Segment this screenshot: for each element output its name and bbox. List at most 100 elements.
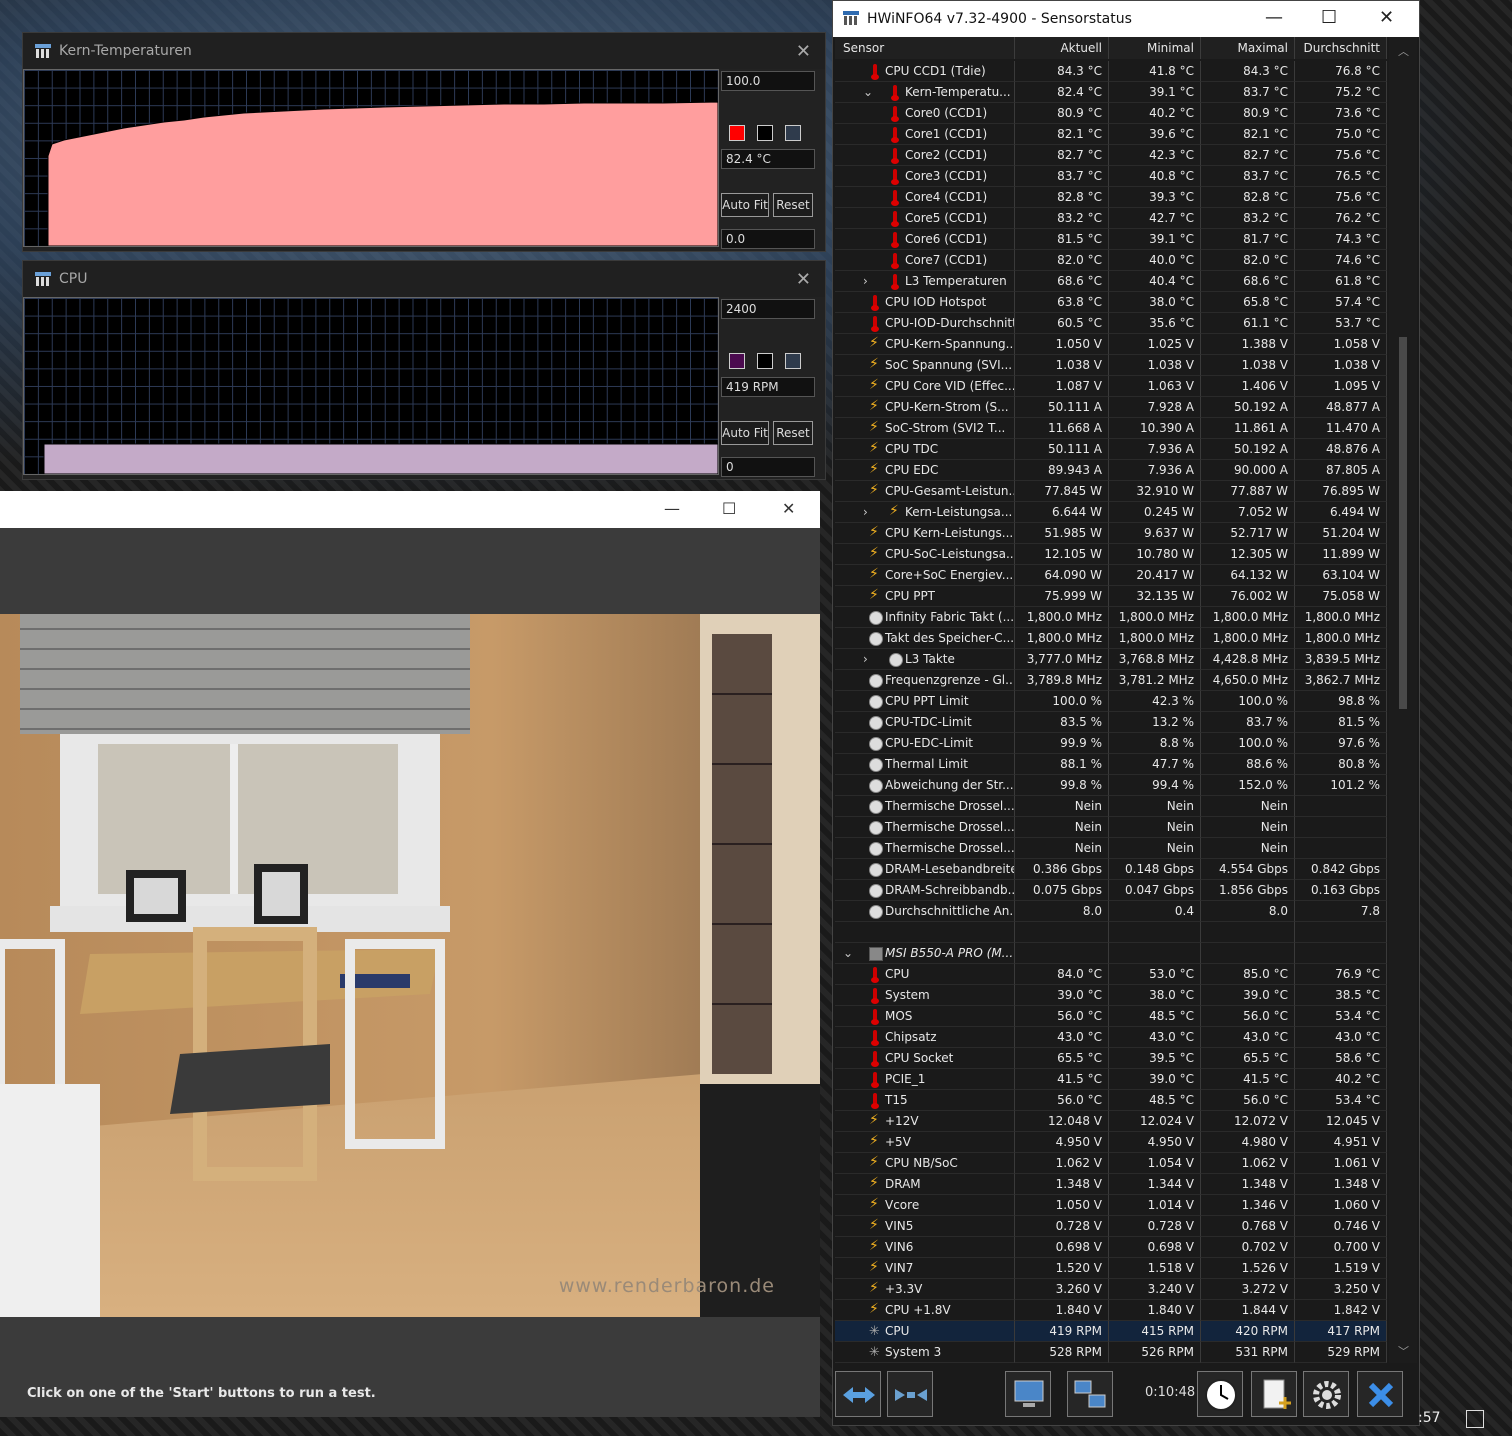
reset-button[interactable]: Reset bbox=[773, 421, 813, 445]
sensor-row[interactable]: › ⚡ Kern-Leistungsa... 6.644 W 0.245 W 7.052 … bbox=[835, 502, 1387, 523]
sensor-row[interactable]: ⚡ VIN5 0.728 V 0.728 V 0.768 V 0.746 V bbox=[835, 1216, 1387, 1237]
sensor-row[interactable]: ⚡ Vcore 1.050 V 1.014 V 1.346 V 1.060 V bbox=[835, 1195, 1387, 1216]
scroll-thumb[interactable] bbox=[1399, 337, 1407, 709]
graph-titlebar[interactable]: CPU ✕ bbox=[23, 261, 825, 297]
sensor-row[interactable]: ⚡ CPU PPT 75.999 W 32.135 W 76.002 W 75.058 W bbox=[835, 586, 1387, 607]
sensor-row[interactable]: CPU CCD1 (Tdie) 84.3 °C 41.8 °C 84.3 °C 76.8… bbox=[835, 61, 1387, 82]
remote-connect-button[interactable] bbox=[1067, 1371, 1113, 1417]
auto-fit-button[interactable]: Auto Fit bbox=[721, 193, 769, 217]
sensor-row[interactable]: Durchschnittliche An... 8.0 0.4 8.0 7.8 bbox=[835, 901, 1387, 922]
maximize-icon[interactable]: ☐ bbox=[1321, 7, 1337, 28]
close-icon[interactable]: ✕ bbox=[796, 41, 811, 62]
sensor-row[interactable]: Thermal Limit 88.1 % 47.7 % 88.6 % 80.8 % bbox=[835, 754, 1387, 775]
sensor-row[interactable]: ⚡ +12V 12.048 V 12.024 V 12.072 V 12.045 V bbox=[835, 1111, 1387, 1132]
sensor-row[interactable]: Core7 (CCD1) 82.0 °C 40.0 °C 82.0 °C 74.6 °C bbox=[835, 250, 1387, 271]
sensor-row[interactable]: Thermische Drossel... Nein Nein Nein bbox=[835, 817, 1387, 838]
close-icon[interactable]: ✕ bbox=[782, 499, 795, 518]
sensor-row[interactable]: Core6 (CCD1) 81.5 °C 39.1 °C 81.7 °C 74.3 °C bbox=[835, 229, 1387, 250]
sensor-row[interactable]: ⚡ DRAM 1.348 V 1.344 V 1.348 V 1.348 V bbox=[835, 1174, 1387, 1195]
expand-columns-button[interactable] bbox=[835, 1371, 881, 1417]
sensor-row[interactable]: › L3 Takte 3,777.0 MHz 3,768.8 MHz 4,428.8 M… bbox=[835, 649, 1387, 670]
sensor-row[interactable]: CPU-IOD-Durchschnitt 60.5 °C 35.6 °C 61.1 °… bbox=[835, 313, 1387, 334]
sensor-row[interactable]: Frequenzgrenze - Gl... 3,789.8 MHz 3,781.2… bbox=[835, 670, 1387, 691]
sensor-row[interactable]: Core5 (CCD1) 83.2 °C 42.7 °C 83.2 °C 76.2 °C bbox=[835, 208, 1387, 229]
column-header-average[interactable]: Durchschnitt bbox=[1295, 37, 1387, 59]
render-titlebar[interactable]: — ☐ ✕ bbox=[0, 491, 820, 528]
hwinfo-titlebar[interactable]: HWiNFO64 v7.32-4900 - Sensorstatus — ☐ ✕ bbox=[833, 1, 1419, 37]
sensor-row[interactable]: ⚡ +3.3V 3.260 V 3.240 V 3.272 V 3.250 V bbox=[835, 1279, 1387, 1300]
close-icon[interactable]: ✕ bbox=[796, 269, 811, 290]
grid-color-swatch[interactable] bbox=[785, 125, 801, 141]
notification-icon[interactable] bbox=[1466, 1410, 1484, 1428]
sensor-row[interactable]: ⌄ MSI B550-A PRO (M... bbox=[835, 943, 1387, 964]
settings-button[interactable] bbox=[1303, 1371, 1349, 1417]
sensor-row[interactable]: ⚡ SoC Spannung (SVI... 1.038 V 1.038 V 1.038… bbox=[835, 355, 1387, 376]
vertical-scrollbar[interactable]: ︿ ﹀ bbox=[1389, 37, 1417, 1363]
column-header-minimum[interactable]: Minimal bbox=[1109, 37, 1201, 59]
sensor-row[interactable]: ⚡ VIN7 1.520 V 1.518 V 1.526 V 1.519 V bbox=[835, 1258, 1387, 1279]
network-monitor-button[interactable] bbox=[1005, 1371, 1051, 1417]
sensor-row[interactable]: ✳ CPU 419 RPM 415 RPM 420 RPM 417 RPM bbox=[835, 1321, 1387, 1342]
sensor-row[interactable]: ⚡ CPU NB/SoC 1.062 V 1.054 V 1.062 V 1.061 V bbox=[835, 1153, 1387, 1174]
reset-button[interactable]: Reset bbox=[773, 193, 813, 217]
collapse-chevron-icon[interactable]: ⌄ bbox=[843, 943, 853, 963]
sensor-row[interactable] bbox=[835, 922, 1387, 943]
sensor-row[interactable]: ⚡ VIN6 0.698 V 0.698 V 0.702 V 0.700 V bbox=[835, 1237, 1387, 1258]
sensor-row[interactable]: Core3 (CCD1) 83.7 °C 40.8 °C 83.7 °C 76.5 °C bbox=[835, 166, 1387, 187]
background-color-swatch[interactable] bbox=[757, 125, 773, 141]
sensor-row[interactable]: DRAM-Schreibbandb... 0.075 Gbps 0.047 Gbps… bbox=[835, 880, 1387, 901]
sensor-row[interactable]: Abweichung der Str... 99.8 % 99.4 % 152.0 %… bbox=[835, 775, 1387, 796]
taskbar-clock[interactable]: :57 bbox=[1418, 1410, 1441, 1426]
sensor-row[interactable]: ⌄ Kern-Temperatu... 82.4 °C 39.1 °C 83.7 °C 7… bbox=[835, 82, 1387, 103]
auto-fit-button[interactable]: Auto Fit bbox=[721, 421, 769, 445]
series-color-swatch[interactable] bbox=[729, 125, 745, 141]
sensor-row[interactable]: Chipsatz 43.0 °C 43.0 °C 43.0 °C 43.0 °C bbox=[835, 1027, 1387, 1048]
sensor-row[interactable]: ⚡ CPU Kern-Leistungs... 51.985 W 9.637 W 52.… bbox=[835, 523, 1387, 544]
sensor-row[interactable]: ⚡ CPU-Kern-Strom (S... 50.111 A 7.928 A 50.1… bbox=[835, 397, 1387, 418]
sensor-row[interactable]: ⚡ CPU TDC 50.111 A 7.936 A 50.192 A 48.876 A bbox=[835, 439, 1387, 460]
sensor-row[interactable]: ⚡ CPU +1.8V 1.840 V 1.840 V 1.844 V 1.842 V bbox=[835, 1300, 1387, 1321]
sensor-row[interactable]: Core4 (CCD1) 82.8 °C 39.3 °C 82.8 °C 75.6 °C bbox=[835, 187, 1387, 208]
scroll-up-icon[interactable]: ︿ bbox=[1398, 43, 1409, 59]
sensor-row[interactable]: CPU 84.0 °C 53.0 °C 85.0 °C 76.9 °C bbox=[835, 964, 1387, 985]
sensor-row[interactable]: Thermische Drossel... Nein Nein Nein bbox=[835, 796, 1387, 817]
sensor-row[interactable]: CPU-TDC-Limit 83.5 % 13.2 % 83.7 % 81.5 % bbox=[835, 712, 1387, 733]
column-header-sensor[interactable]: Sensor bbox=[835, 37, 1015, 59]
sensor-row[interactable]: Core0 (CCD1) 80.9 °C 40.2 °C 80.9 °C 73.6 °C bbox=[835, 103, 1387, 124]
close-sensors-button[interactable] bbox=[1357, 1371, 1403, 1417]
sensor-row[interactable]: T15 56.0 °C 48.5 °C 56.0 °C 53.4 °C bbox=[835, 1090, 1387, 1111]
minimize-icon[interactable]: — bbox=[664, 499, 680, 518]
sensor-row[interactable]: ⚡ CPU Core VID (Effec... 1.087 V 1.063 V 1.4… bbox=[835, 376, 1387, 397]
column-header-current[interactable]: Aktuell bbox=[1015, 37, 1109, 59]
expand-chevron-icon[interactable]: › bbox=[863, 271, 868, 291]
graph-max-field[interactable]: 2400 bbox=[721, 299, 815, 319]
graph-titlebar[interactable]: Kern-Temperaturen ✕ bbox=[23, 33, 825, 69]
sensor-row[interactable]: ⚡ +5V 4.950 V 4.950 V 4.980 V 4.951 V bbox=[835, 1132, 1387, 1153]
sensor-row[interactable]: ✳ System 3 528 RPM 526 RPM 531 RPM 529 RPM bbox=[835, 1342, 1387, 1363]
sensor-row[interactable]: Thermische Drossel... Nein Nein Nein bbox=[835, 838, 1387, 859]
logging-button[interactable] bbox=[1251, 1371, 1297, 1417]
sensor-row[interactable]: Core2 (CCD1) 82.7 °C 42.3 °C 82.7 °C 75.6 °C bbox=[835, 145, 1387, 166]
background-color-swatch[interactable] bbox=[757, 353, 773, 369]
column-header-maximum[interactable]: Maximal bbox=[1201, 37, 1295, 59]
sensor-row[interactable]: Takt des Speicher-C... 1,800.0 MHz 1,800.0… bbox=[835, 628, 1387, 649]
graph-min-field[interactable]: 0 bbox=[721, 457, 815, 477]
sensor-row[interactable]: PCIE_1 41.5 °C 39.0 °C 41.5 °C 40.2 °C bbox=[835, 1069, 1387, 1090]
sensor-row[interactable]: ⚡ CPU EDC 89.943 A 7.936 A 90.000 A 87.805 A bbox=[835, 460, 1387, 481]
sensor-row[interactable]: ⚡ CPU-SoC-Leistungsa... 12.105 W 10.780 W 12… bbox=[835, 544, 1387, 565]
close-icon[interactable]: ✕ bbox=[1379, 7, 1394, 28]
sensor-row[interactable]: ⚡ Core+SoC Energiev... 64.090 W 20.417 W 64.… bbox=[835, 565, 1387, 586]
sensor-row[interactable]: Core1 (CCD1) 82.1 °C 39.6 °C 82.1 °C 75.0 °C bbox=[835, 124, 1387, 145]
sensor-row[interactable]: System 39.0 °C 38.0 °C 39.0 °C 38.5 °C bbox=[835, 985, 1387, 1006]
sensor-row[interactable]: ⚡ CPU-Gesamt-Leistun... 77.845 W 32.910 W 77… bbox=[835, 481, 1387, 502]
sensor-row[interactable]: CPU PPT Limit 100.0 % 42.3 % 100.0 % 98.8 % bbox=[835, 691, 1387, 712]
graph-min-field[interactable]: 0.0 bbox=[721, 229, 815, 249]
graph-max-field[interactable]: 100.0 bbox=[721, 71, 815, 91]
maximize-icon[interactable]: ☐ bbox=[722, 499, 736, 518]
expand-chevron-icon[interactable]: › bbox=[863, 649, 868, 669]
sensor-row[interactable]: CPU-EDC-Limit 99.9 % 8.8 % 100.0 % 97.6 % bbox=[835, 733, 1387, 754]
sensor-row[interactable]: ⚡ SoC-Strom (SVI2 T... 11.668 A 10.390 A 11.… bbox=[835, 418, 1387, 439]
sensor-row[interactable]: › L3 Temperaturen 68.6 °C 40.4 °C 68.6 °C 61.… bbox=[835, 271, 1387, 292]
sensor-row[interactable]: MOS 56.0 °C 48.5 °C 56.0 °C 53.4 °C bbox=[835, 1006, 1387, 1027]
series-color-swatch[interactable] bbox=[729, 353, 745, 369]
